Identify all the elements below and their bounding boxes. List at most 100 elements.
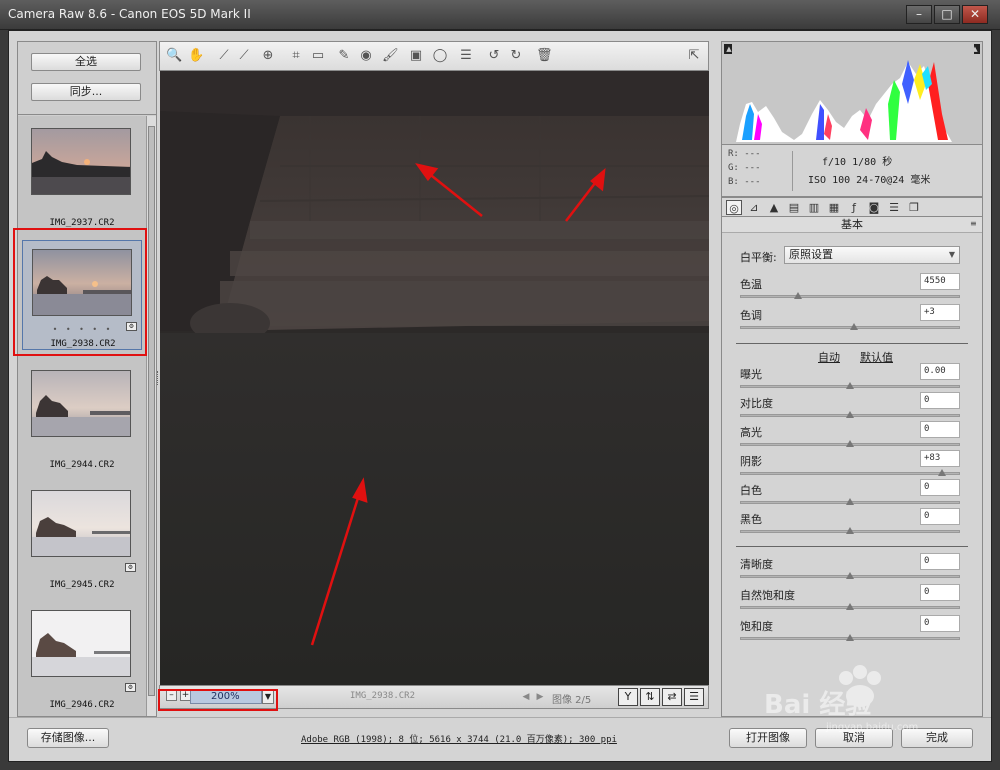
zoom-tool-icon[interactable]: 🔍	[166, 48, 182, 64]
presets-tab-icon[interactable]: ☰	[886, 200, 902, 215]
radial-filter-icon[interactable]: ◯	[432, 48, 448, 64]
fullscreen-icon[interactable]: ⇱	[686, 48, 702, 64]
tone-curve-tab-icon[interactable]: ⊿	[746, 200, 762, 215]
slider-knob[interactable]	[793, 292, 802, 299]
exposure-value[interactable]: 0.00	[920, 363, 960, 380]
slider-knob[interactable]	[846, 603, 854, 610]
rotate-ccw-icon[interactable]: ↺	[486, 48, 502, 64]
thumbnail-item[interactable]: ⚙ IMG_2946.CR2	[22, 602, 142, 712]
white-balance-select[interactable]: 原照设置 ▼	[784, 246, 960, 264]
shadows-value[interactable]: +83	[920, 450, 960, 467]
exposure-slider[interactable]	[740, 382, 960, 389]
filmstrip-scrollbar[interactable]	[146, 116, 156, 716]
tint-slider[interactable]	[740, 323, 960, 330]
effects-tab-icon[interactable]: ƒ	[846, 200, 862, 215]
thumbnail-filename: IMG_2938.CR2	[50, 339, 116, 349]
saturation-slider[interactable]	[740, 634, 960, 641]
slider-knob[interactable]	[850, 323, 859, 330]
hand-tool-icon[interactable]: ✋	[188, 48, 204, 64]
thumbnail-item[interactable]: IMG_2937.CR2	[22, 120, 142, 230]
graduated-filter-icon[interactable]: ▣	[408, 48, 424, 64]
split-toning-tab-icon[interactable]: ▥	[806, 200, 822, 215]
hsl-tab-icon[interactable]: ▤	[786, 200, 802, 215]
panel-title: 基本	[722, 217, 982, 233]
thumbnail-item-selected[interactable]: • • • • • ⚙ IMG_2938.CR2	[22, 240, 142, 350]
preferences-icon[interactable]: ☰	[458, 48, 474, 64]
adjustment-tabs: ◎ ⊿ ▲ ▤ ▥ ▦ ƒ ◙ ☰ ❐	[721, 197, 983, 217]
workflow-options-link[interactable]: Adobe RGB (1998); 8 位; 5616 x 3744 (21.0…	[301, 732, 617, 745]
clarity-slider[interactable]	[740, 572, 960, 579]
temperature-value[interactable]: 4550	[920, 273, 960, 290]
adjusted-badge-icon: ⚙	[126, 322, 137, 331]
slider-knob[interactable]	[846, 572, 854, 579]
close-button[interactable]: ✕	[962, 5, 988, 24]
basic-tab-icon[interactable]: ◎	[726, 200, 742, 215]
zoom-level[interactable]: 200%	[190, 690, 262, 704]
slider-knob[interactable]	[846, 440, 854, 447]
saturation-value[interactable]: 0	[920, 615, 960, 632]
basic-panel: 基本 ≡ 白平衡: 原照设置 ▼ 色温 4550 色调 +3 自动 默认值 曝光…	[721, 217, 983, 717]
scrollbar-thumb[interactable]	[148, 126, 155, 696]
shadows-slider[interactable]	[740, 469, 960, 476]
whites-value[interactable]: 0	[920, 479, 960, 496]
star-rating[interactable]: • • • • •	[23, 325, 143, 334]
blacks-value[interactable]: 0	[920, 508, 960, 525]
temperature-slider[interactable]	[740, 292, 960, 299]
contrast-value[interactable]: 0	[920, 392, 960, 409]
minimize-button[interactable]: –	[906, 5, 932, 24]
slider-knob[interactable]	[846, 634, 854, 641]
zoom-out-button[interactable]: –	[166, 690, 177, 701]
maximize-button[interactable]: □	[934, 5, 960, 24]
red-eye-icon[interactable]: ◉	[358, 48, 374, 64]
copy-settings-icon[interactable]: ⇄	[662, 688, 682, 706]
trash-icon[interactable]: 🗑	[536, 48, 553, 64]
green-readout: G: ---	[728, 163, 761, 173]
blacks-slider[interactable]	[740, 527, 960, 534]
color-sampler-tool-icon[interactable]: ⟋	[236, 48, 252, 64]
spot-removal-icon[interactable]: ✎	[336, 48, 352, 64]
snapshots-tab-icon[interactable]: ❐	[906, 200, 922, 215]
targeted-adjustment-icon[interactable]: ⊕	[260, 48, 276, 64]
preview-status-bar: – + 200% ▼ IMG_2938.CR2 ◀ ▶ 图像 2/5 Y ⇅ ⇄…	[159, 685, 709, 709]
slider-knob[interactable]	[937, 469, 946, 476]
image-preview[interactable]	[160, 71, 709, 685]
whites-slider[interactable]	[740, 498, 960, 505]
slider-knob[interactable]	[846, 498, 854, 505]
filmstrip-divider	[18, 114, 156, 115]
white-balance-tool-icon[interactable]: ⟋	[216, 48, 232, 64]
contrast-slider[interactable]	[740, 411, 960, 418]
highlights-slider[interactable]	[740, 440, 960, 447]
panel-menu-icon[interactable]: ≡	[970, 219, 980, 229]
swap-settings-icon[interactable]: ⇅	[640, 688, 660, 706]
rotate-cw-icon[interactable]: ↻	[508, 48, 524, 64]
watermark-text: Bai 经验	[764, 690, 872, 720]
slider-knob[interactable]	[846, 411, 854, 418]
adjustment-brush-icon[interactable]: 🖌	[382, 48, 399, 64]
toggle-settings-icon[interactable]: ☰	[684, 688, 704, 706]
camera-calibration-tab-icon[interactable]: ◙	[866, 200, 882, 215]
highlights-value[interactable]: 0	[920, 421, 960, 438]
select-all-button[interactable]: 全选	[31, 53, 141, 71]
previous-image-icon[interactable]: ◀	[520, 690, 532, 704]
thumbnail-item[interactable]: IMG_2944.CR2	[22, 362, 142, 472]
before-after-icon[interactable]: Y	[618, 688, 638, 706]
default-link[interactable]: 默认值	[860, 349, 893, 365]
crop-tool-icon[interactable]: ⌗	[288, 48, 304, 64]
sync-button[interactable]: 同步...	[31, 83, 141, 101]
vibrance-value[interactable]: 0	[920, 584, 960, 601]
straighten-tool-icon[interactable]: ▭	[310, 48, 326, 64]
thumbnail-item[interactable]: ⚙ IMG_2945.CR2	[22, 482, 142, 592]
next-image-icon[interactable]: ▶	[534, 690, 546, 704]
lens-corrections-tab-icon[interactable]: ▦	[826, 200, 842, 215]
zoom-dropdown-icon[interactable]: ▼	[262, 690, 274, 704]
detail-tab-icon[interactable]: ▲	[766, 200, 782, 215]
vibrance-slider[interactable]	[740, 603, 960, 610]
slider-knob[interactable]	[846, 382, 854, 389]
save-image-button[interactable]: 存储图像...	[27, 728, 109, 748]
control-label: 饱和度	[740, 620, 773, 633]
tint-value[interactable]: +3	[920, 304, 960, 321]
auto-link[interactable]: 自动	[818, 349, 840, 365]
slider-knob[interactable]	[846, 527, 854, 534]
clarity-value[interactable]: 0	[920, 553, 960, 570]
thumbnail-image	[31, 610, 131, 677]
